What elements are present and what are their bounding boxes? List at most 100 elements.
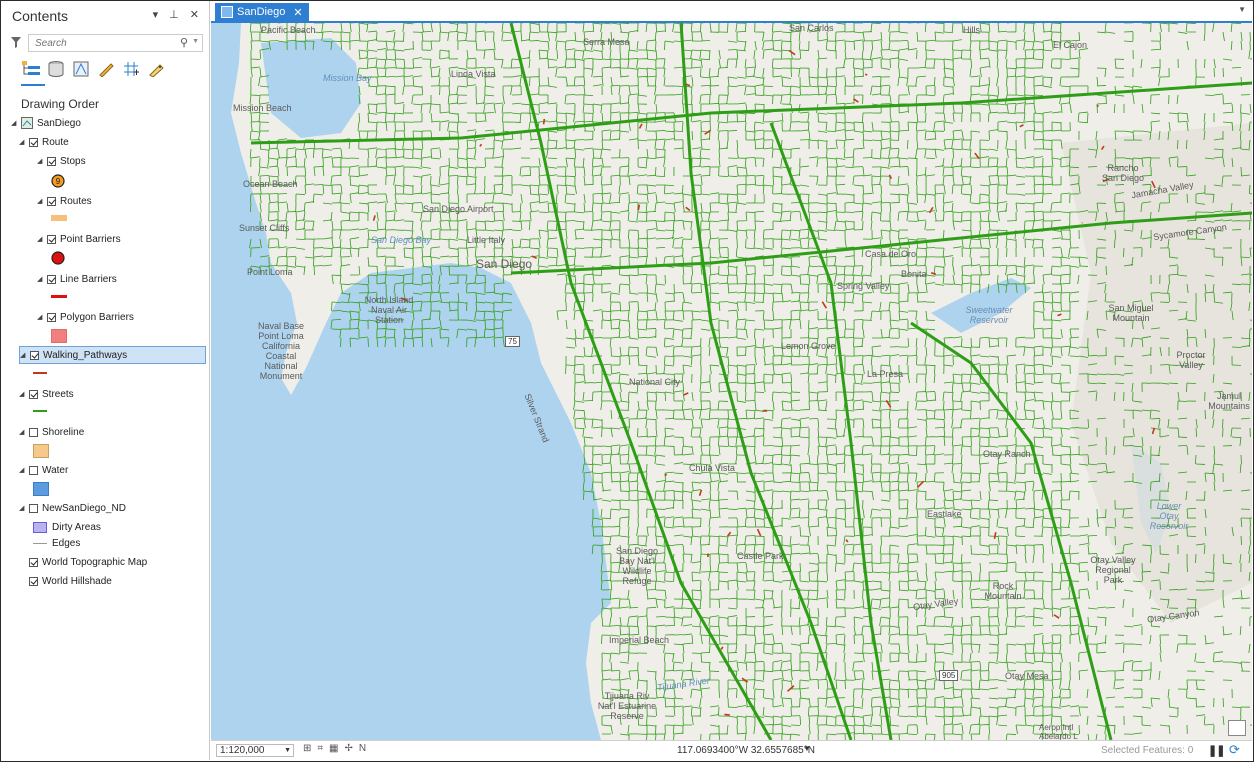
layer-row-polygon-barriers[interactable]: ◢ Polygon Barriers	[37, 308, 134, 326]
tab-sandiego[interactable]: SanDiego ✕	[215, 3, 309, 21]
street-segment	[484, 112, 487, 123]
layer-row-water[interactable]: ◢ Water	[19, 461, 68, 479]
street-segment	[645, 472, 648, 483]
visibility-checkbox[interactable]	[47, 312, 56, 322]
chevron-down-icon[interactable]: ▼	[192, 38, 199, 45]
list-by-snapping-icon[interactable]	[121, 59, 141, 79]
layer-row-newsandiego-nd[interactable]: ◢ NewSanDiego_ND	[19, 499, 126, 517]
visibility-checkbox[interactable]	[29, 389, 38, 399]
search-input[interactable]	[33, 37, 177, 50]
pane-window-controls[interactable]: ▾ ⊥ ✕	[153, 8, 203, 21]
street-segment	[781, 463, 792, 466]
street-segment	[663, 643, 666, 654]
street-segment	[789, 121, 792, 132]
visibility-checkbox[interactable]	[29, 557, 38, 567]
street-segment	[790, 697, 793, 708]
visibility-checkbox[interactable]	[30, 350, 39, 360]
layer-row-shoreline[interactable]: ◢ Shoreline	[19, 423, 84, 441]
street-segment	[745, 265, 748, 276]
street-segment	[700, 58, 703, 69]
layer-row-line-barriers[interactable]: ◢ Line Barriers	[37, 270, 117, 288]
visibility-checkbox[interactable]	[29, 465, 38, 475]
layer-row-world-topographic-map[interactable]: World Topographic Map	[29, 553, 147, 571]
map-view[interactable]: Pacific Beach Mission Bay Mission Beach …	[211, 23, 1252, 740]
street-segment	[799, 418, 802, 429]
street-segment	[628, 138, 639, 141]
filter-icon[interactable]	[11, 37, 21, 51]
collapse-arrow-icon[interactable]: ◢	[19, 466, 27, 474]
street-segment	[430, 40, 433, 51]
visibility-checkbox[interactable]	[29, 576, 38, 586]
visibility-checkbox[interactable]	[47, 234, 56, 244]
layer-row-edges[interactable]: Edges	[33, 534, 80, 552]
collapse-arrow-icon[interactable]: ◢	[37, 197, 45, 205]
collapse-arrow-icon[interactable]: ◢	[37, 313, 45, 321]
street-segment	[690, 427, 693, 438]
visibility-checkbox[interactable]	[29, 503, 38, 513]
collapse-arrow-icon[interactable]: ◢	[37, 157, 45, 165]
close-icon[interactable]: ✕	[293, 6, 302, 19]
collapse-arrow-icon[interactable]: ◢	[19, 138, 27, 146]
street-segment	[781, 274, 792, 277]
street-segment	[880, 354, 891, 357]
search-icon[interactable]: ⚲	[180, 36, 188, 49]
list-by-editing-icon[interactable]	[96, 59, 116, 79]
street-segment	[690, 688, 693, 699]
street-segment	[834, 256, 837, 267]
list-by-data-source-icon[interactable]	[46, 59, 66, 79]
collapse-arrow-icon[interactable]: ◢	[19, 428, 27, 436]
visibility-checkbox[interactable]	[29, 137, 38, 147]
visibility-checkbox[interactable]	[29, 427, 38, 437]
street-segment	[376, 255, 387, 258]
collapse-arrow-icon[interactable]: ◢	[11, 119, 19, 127]
street-segment	[889, 544, 900, 547]
polygon-barrier-symbol-icon	[51, 329, 67, 343]
street-segment	[601, 652, 612, 655]
street-segment	[664, 391, 667, 402]
street-segment	[583, 85, 586, 96]
street-segment	[502, 31, 513, 34]
list-by-drawing-order-icon[interactable]	[21, 59, 41, 79]
street-segment	[601, 499, 612, 502]
layer-row-sandiego[interactable]: ◢ SanDiego	[11, 114, 81, 132]
visibility-checkbox[interactable]	[47, 196, 56, 206]
street-segment	[466, 157, 469, 168]
street-segment	[367, 112, 378, 115]
list-by-selection-icon[interactable]	[71, 59, 91, 79]
street-segment	[861, 625, 864, 636]
layer-row-streets[interactable]: ◢ Streets	[19, 385, 74, 403]
layer-row-route[interactable]: ◢ Route	[19, 133, 69, 151]
street-segment	[835, 23, 846, 25]
street-segment	[376, 166, 387, 169]
chevron-down-icon[interactable]: ▼	[1238, 5, 1246, 14]
map-canvas[interactable]	[211, 23, 1252, 740]
visibility-checkbox[interactable]	[47, 274, 56, 284]
street-segment	[529, 202, 532, 213]
street-segment	[708, 346, 711, 357]
street-segment	[718, 319, 729, 322]
street-segment	[834, 85, 837, 96]
street-segment	[466, 264, 477, 267]
collapse-arrow-icon[interactable]: ◢	[20, 351, 28, 359]
street-segment	[844, 156, 855, 159]
search-box[interactable]: ⚲ ▼	[28, 34, 203, 52]
layer-row-walking-pathways[interactable]: ◢ Walking_Pathways	[19, 346, 206, 364]
list-by-labeling-icon[interactable]	[146, 59, 166, 79]
street-segment	[663, 166, 666, 177]
layer-row-routes[interactable]: ◢ Routes	[37, 192, 92, 210]
layer-row-stops[interactable]: ◢ Stops	[37, 152, 86, 170]
collapse-arrow-icon[interactable]: ◢	[19, 504, 27, 512]
street-segment	[745, 409, 756, 412]
collapse-arrow-icon[interactable]: ◢	[37, 235, 45, 243]
collapse-arrow-icon[interactable]: ◢	[19, 390, 27, 398]
street-segment	[843, 463, 846, 474]
layer-row-world-hillshade[interactable]: World Hillshade	[29, 572, 112, 590]
collapse-arrow-icon[interactable]: ◢	[37, 275, 45, 283]
layer-row-point-barriers[interactable]: ◢ Point Barriers	[37, 230, 121, 248]
street-segment	[718, 282, 729, 285]
street-segment	[619, 499, 630, 502]
street-segment	[700, 138, 711, 141]
visibility-checkbox[interactable]	[47, 156, 56, 166]
street-segment	[736, 166, 739, 177]
street-segment	[835, 67, 838, 78]
